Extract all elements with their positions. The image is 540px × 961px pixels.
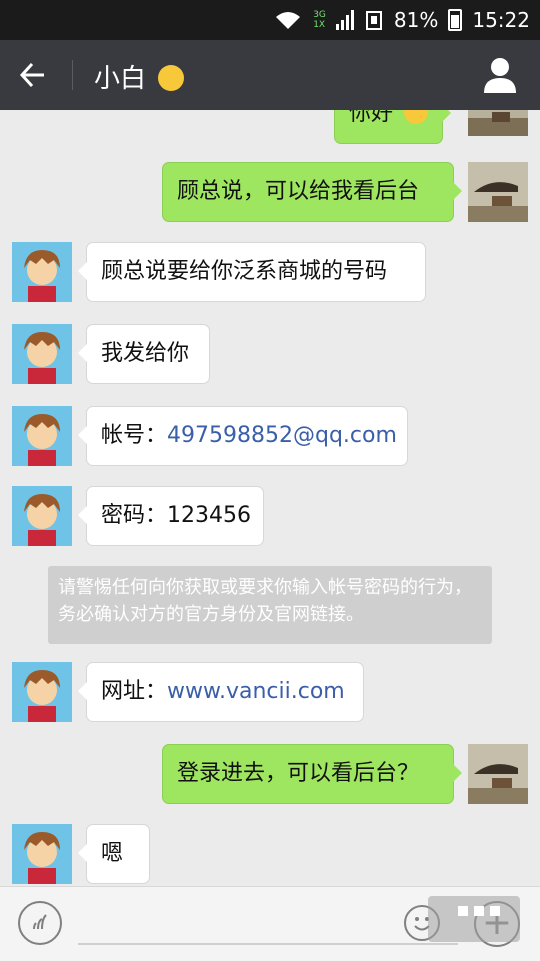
scared-emoji-icon xyxy=(158,65,185,91)
message-text: 顾总说要给你泛系商城的号码 xyxy=(101,259,388,284)
website-label: 网址： xyxy=(101,679,168,704)
chat-area[interactable]: 你好 顾总说，可以给我看后台 顾总说要给你泛系商城的号码 我发给你 帐号：497… xyxy=(0,110,540,886)
message-text: 登录进去，可以看后台？ xyxy=(177,761,420,786)
message-bubble[interactable]: 嗯 xyxy=(78,824,150,884)
message-bubble[interactable]: 我发给你 xyxy=(78,324,210,384)
message-text: 你好 xyxy=(349,110,394,126)
clock: 15:22 xyxy=(472,8,530,32)
message-bubble[interactable]: 网址：www.vancii.com xyxy=(78,662,364,722)
contact-avatar[interactable] xyxy=(12,406,72,466)
signal-bars-icon xyxy=(335,10,354,30)
contact-avatar[interactable] xyxy=(12,324,72,384)
voice-icon[interactable] xyxy=(18,901,62,945)
title-bar: 小白 xyxy=(0,40,540,110)
message-bubble[interactable]: 你好 xyxy=(334,110,452,144)
message-bubble[interactable]: 登录进去，可以看后台？ xyxy=(162,744,462,804)
account-label: 帐号： xyxy=(101,423,168,448)
status-right: 3G 1X 81% 15:22 xyxy=(273,0,530,40)
back-arrow-icon[interactable] xyxy=(18,52,58,98)
contact-avatar[interactable] xyxy=(12,824,72,884)
battery-icon xyxy=(448,9,463,31)
contact-name: 小白 xyxy=(94,64,147,94)
message-bubble[interactable]: 顾总说要给你泛系商城的号码 xyxy=(78,242,426,302)
message-text: 我发给你 xyxy=(101,341,190,366)
message-text: 密码：123456 xyxy=(101,503,251,528)
wifi-icon xyxy=(276,12,301,29)
my-avatar[interactable] xyxy=(468,162,528,222)
copy-icon xyxy=(365,11,382,30)
contact-avatar[interactable] xyxy=(12,662,72,722)
my-avatar[interactable] xyxy=(468,110,528,136)
grin-emoji-icon xyxy=(404,110,429,124)
battery-percent: 81% xyxy=(393,8,439,32)
title-divider xyxy=(72,60,73,90)
keyboard-overlay-icon[interactable] xyxy=(428,896,520,942)
contact-avatar[interactable] xyxy=(12,486,72,546)
my-avatar[interactable] xyxy=(468,744,528,804)
message-bubble[interactable]: 帐号：497598852@qq.com xyxy=(78,406,408,466)
account-link[interactable]: 497598852@qq.com xyxy=(167,423,397,448)
security-notice-text: 请警惕任何向你获取或要求你输入帐号密码的行为，务必确认对方的官方身份及官网链接。 xyxy=(58,577,472,625)
signal-icon: 3G 1X xyxy=(313,10,326,30)
message-input[interactable] xyxy=(78,911,458,945)
contact-avatar[interactable] xyxy=(12,242,72,302)
message-text: 顾总说，可以给我看后台 xyxy=(177,179,420,204)
network-label: 3G xyxy=(313,10,326,20)
message-bubble[interactable]: 密码：123456 xyxy=(78,486,264,546)
message-bubble[interactable]: 顾总说，可以给我看后台 xyxy=(162,162,462,222)
message-text: 嗯 xyxy=(101,841,124,866)
website-link[interactable]: www.vancii.com xyxy=(167,679,345,704)
profile-icon[interactable] xyxy=(482,56,518,94)
security-notice: 请警惕任何向你获取或要求你输入帐号密码的行为，务必确认对方的官方身份及官网链接。 xyxy=(48,566,492,644)
chat-title: 小白 xyxy=(94,58,185,95)
network-label-2: 1X xyxy=(313,20,326,30)
status-bar: 3G 1X 81% 15:22 xyxy=(0,0,540,40)
